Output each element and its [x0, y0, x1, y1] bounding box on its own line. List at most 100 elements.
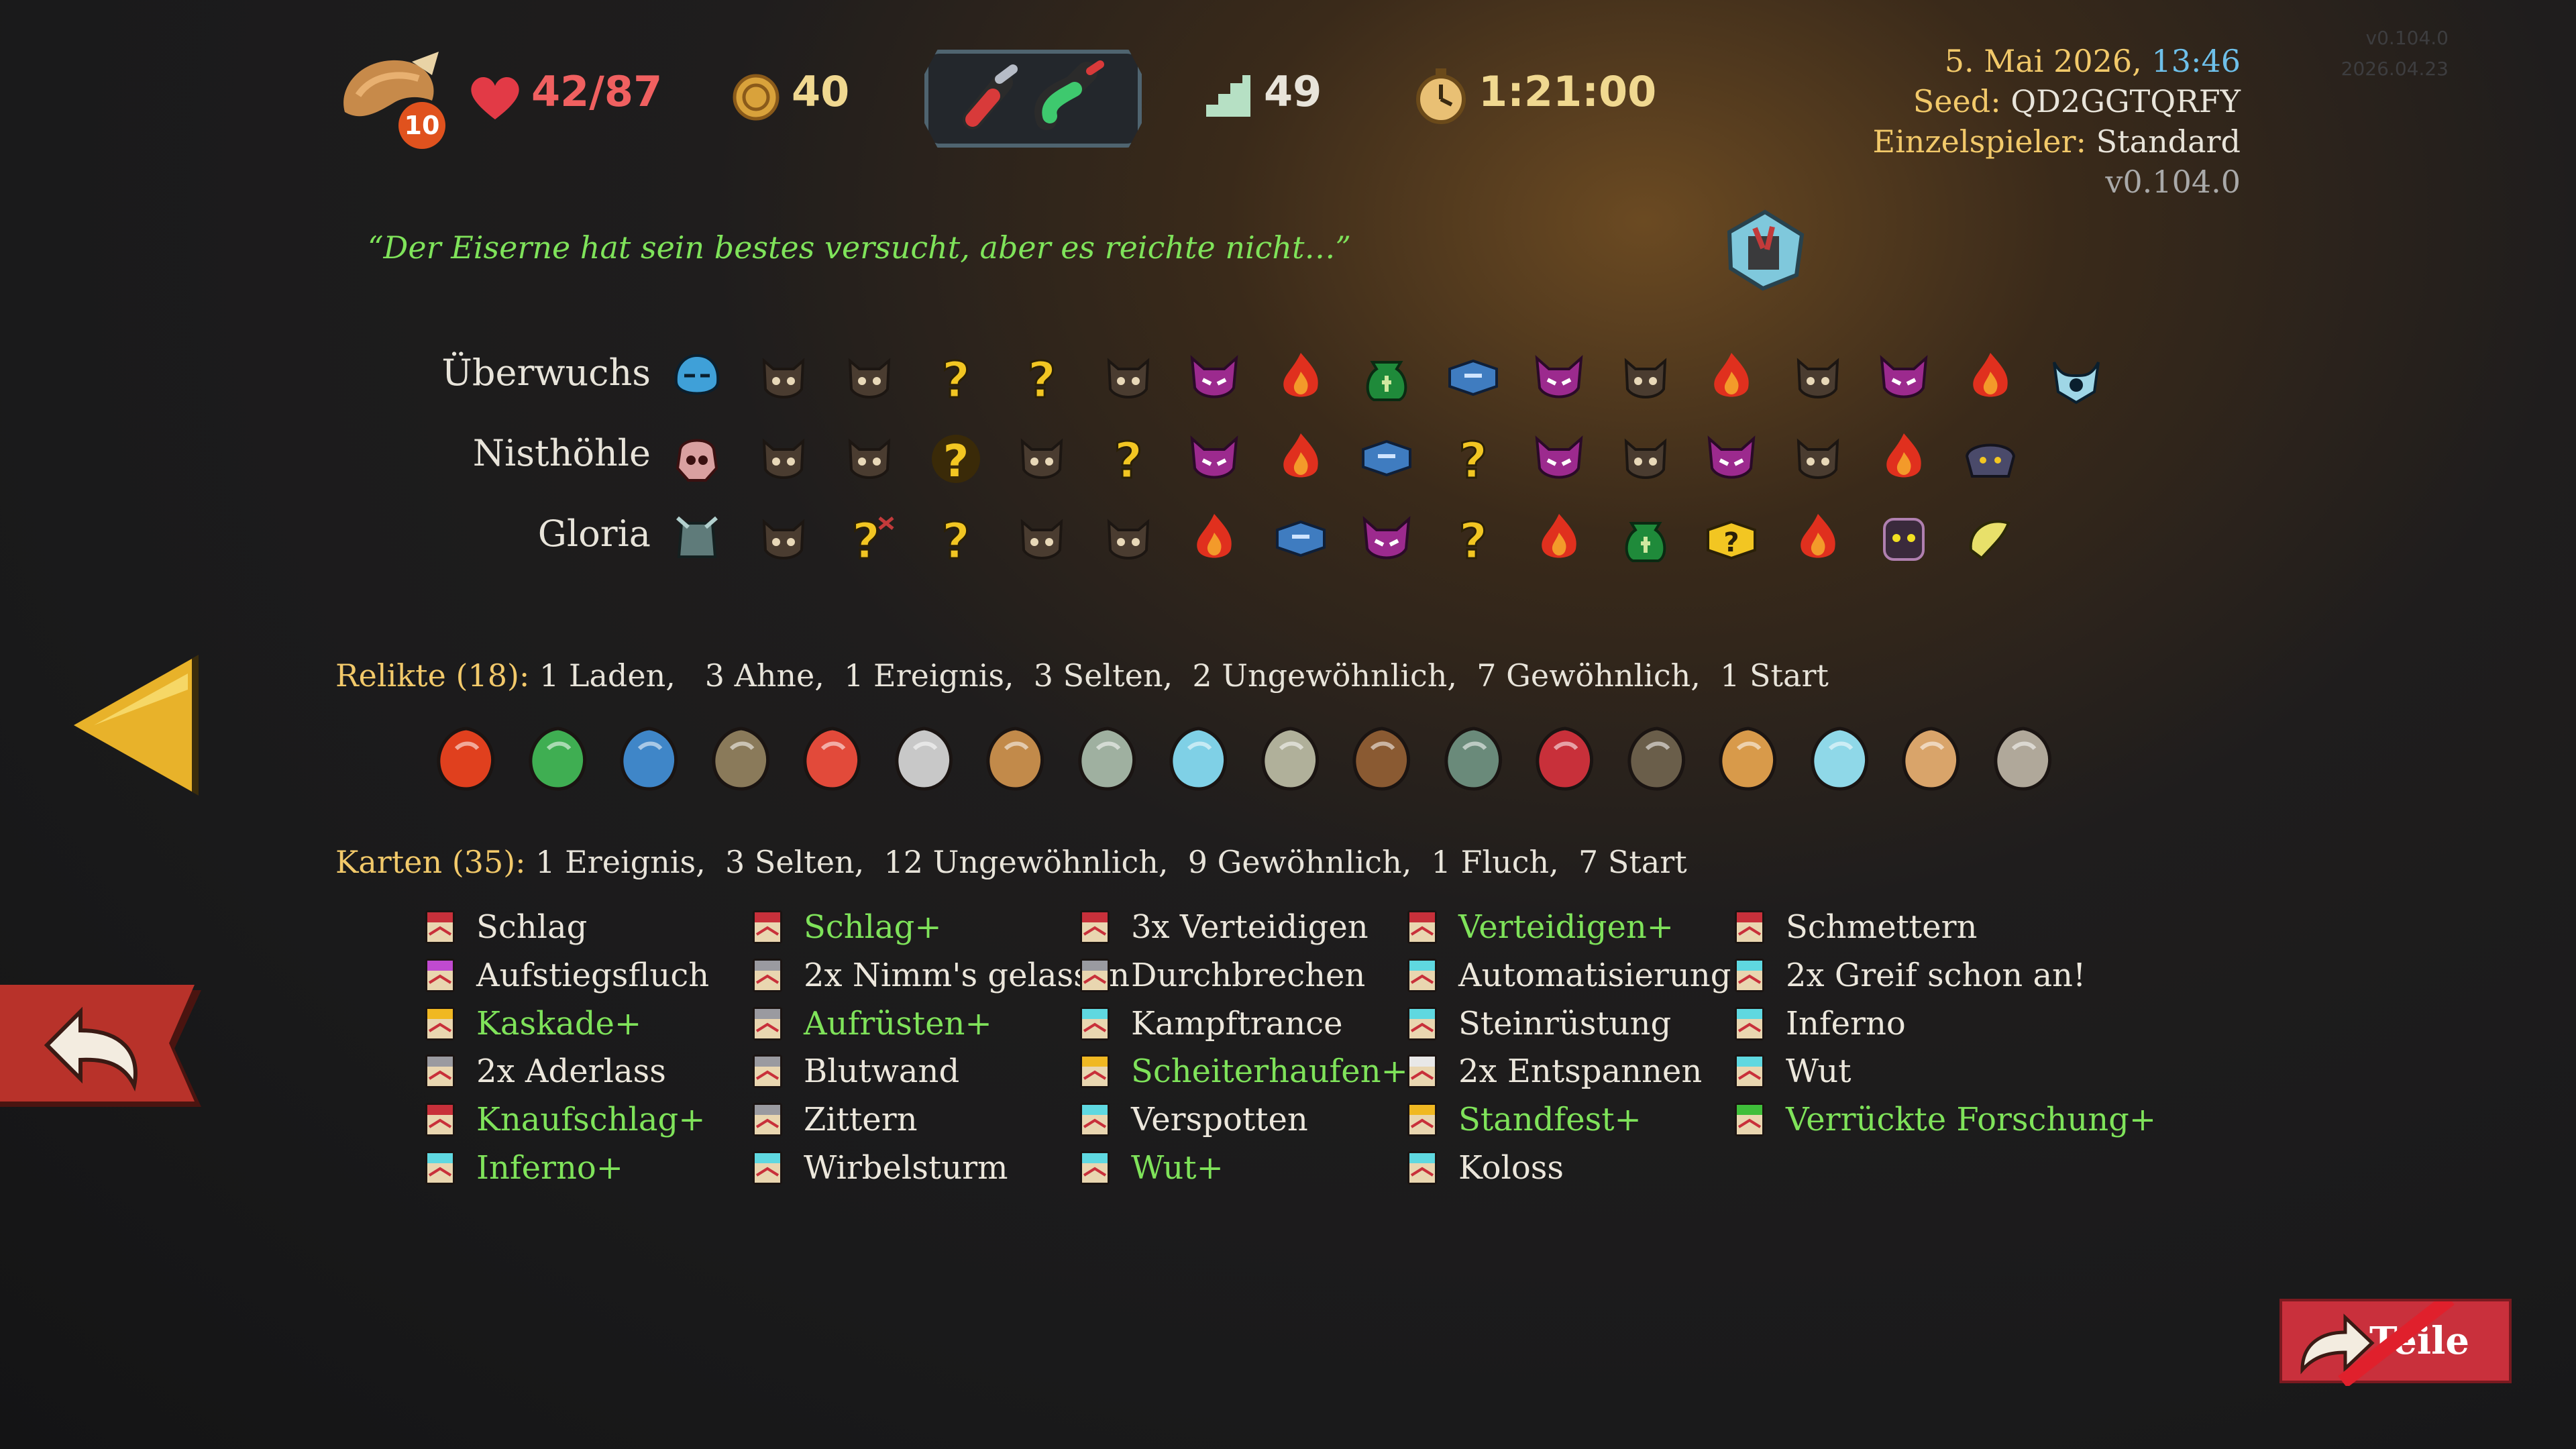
- card-entry[interactable]: Aufrüsten+: [749, 1002, 992, 1045]
- vajra-icon[interactable]: [796, 722, 869, 796]
- map-node-treasure-icon[interactable]: [1358, 349, 1415, 407]
- share-button[interactable]: Teile: [2279, 1299, 2512, 1386]
- map-node-chest-icon[interactable]: [1358, 429, 1415, 487]
- card-entry[interactable]: Automatisierung: [1403, 954, 1731, 997]
- map-node-monster-icon[interactable]: [1013, 429, 1071, 487]
- map-node-boss-skull-icon[interactable]: [668, 429, 726, 487]
- map-node-unknown-icon[interactable]: ?: [1444, 510, 1502, 568]
- card-entry[interactable]: Schmettern: [1731, 906, 1977, 949]
- map-node-elite-icon[interactable]: [1358, 510, 1415, 568]
- card-entry[interactable]: 2x Nimm's gelassen: [749, 954, 1130, 997]
- card-entry[interactable]: Scheiterhaufen+: [1076, 1050, 1408, 1093]
- previous-run-button[interactable]: [67, 649, 205, 801]
- map-node-monster-icon[interactable]: [1013, 510, 1071, 568]
- card-entry[interactable]: Inferno: [1731, 1002, 1906, 1045]
- map-node-rest-icon[interactable]: [1789, 510, 1847, 568]
- map-node-chest-icon[interactable]: [1272, 510, 1330, 568]
- map-node-elite-icon[interactable]: [1703, 429, 1760, 487]
- map-node-unknown-icon[interactable]: ?: [1013, 349, 1071, 407]
- map-node-unknown-icon[interactable]: ?: [1444, 429, 1502, 488]
- candelabra-icon[interactable]: [1986, 722, 2060, 796]
- map-node-rest-icon[interactable]: [1272, 349, 1330, 407]
- card-entry[interactable]: Koloss: [1403, 1146, 1564, 1189]
- map-node-unknown-box-icon[interactable]: ?: [1703, 510, 1760, 568]
- map-node-rest-icon[interactable]: [1530, 510, 1588, 568]
- horn-icon[interactable]: [979, 722, 1053, 796]
- scythe-icon[interactable]: [888, 722, 961, 796]
- card-entry[interactable]: Knaufschlag+: [421, 1098, 705, 1141]
- card-entry[interactable]: Aufstiegsfluch: [421, 954, 709, 997]
- card-entry[interactable]: Inferno+: [421, 1146, 623, 1189]
- burning-blood-icon[interactable]: [429, 722, 503, 796]
- card-entry[interactable]: Schlag: [421, 906, 587, 949]
- map-node-monster-icon[interactable]: [1099, 349, 1157, 407]
- map-node-rest-icon[interactable]: [1875, 429, 1933, 487]
- map-node-monster-icon[interactable]: [841, 429, 898, 487]
- map-node-rest-icon[interactable]: [1185, 510, 1243, 568]
- map-node-monster-icon[interactable]: [1617, 349, 1674, 407]
- map-node-treasure-icon[interactable]: [1617, 510, 1674, 568]
- map-node-monster-icon[interactable]: [755, 510, 812, 568]
- map-node-elite-icon[interactable]: [1875, 349, 1933, 407]
- map-node-boss-ghost-icon[interactable]: [1875, 510, 1933, 568]
- map-node-rest-icon[interactable]: [1272, 429, 1330, 487]
- anchor-icon[interactable]: [612, 722, 686, 796]
- card-entry[interactable]: Steinrüstung: [1403, 1002, 1671, 1045]
- card-entry[interactable]: 2x Greif schon an!: [1731, 954, 2086, 997]
- map-node-monster-icon[interactable]: [1099, 510, 1157, 568]
- map-node-rest-icon[interactable]: [1962, 349, 2019, 407]
- card-entry[interactable]: Blutwand: [749, 1050, 959, 1093]
- card-entry[interactable]: Schlag+: [749, 906, 942, 949]
- tile-icon[interactable]: [1620, 722, 1694, 796]
- card-entry[interactable]: Kaskade+: [421, 1002, 641, 1045]
- cookie-icon[interactable]: [1894, 722, 1968, 796]
- map-node-chest-icon[interactable]: [1444, 349, 1502, 407]
- card-entry[interactable]: 2x Entspannen: [1403, 1050, 1702, 1093]
- planks-icon[interactable]: [1345, 722, 1419, 796]
- card-entry[interactable]: Wut+: [1076, 1146, 1224, 1189]
- map-node-elite-icon[interactable]: [1185, 349, 1243, 407]
- card-entry[interactable]: Kampftrance: [1076, 1002, 1343, 1045]
- card-entry[interactable]: 3x Verteidigen: [1076, 906, 1368, 949]
- card-entry[interactable]: Verteidigen+: [1403, 906, 1674, 949]
- teapot-icon[interactable]: [1437, 722, 1511, 796]
- card-entry[interactable]: Durchbrechen: [1076, 954, 1365, 997]
- mushroom-icon[interactable]: [704, 722, 778, 796]
- scarf-icon[interactable]: [1528, 722, 1602, 796]
- potion-slot-2[interactable]: [1033, 59, 1114, 133]
- map-node-boss-worm-icon[interactable]: [1962, 510, 2019, 568]
- map-node-unknown-bold-icon[interactable]: ?: [927, 429, 985, 487]
- card-entry[interactable]: Zittern: [749, 1098, 918, 1141]
- card-entry[interactable]: Wut: [1731, 1050, 1851, 1093]
- map-node-unknown-icon[interactable]: ?: [927, 349, 985, 407]
- card-entry[interactable]: Wirbelsturm: [749, 1146, 1008, 1189]
- map-node-monster-icon[interactable]: [755, 429, 812, 487]
- potion-slot-1[interactable]: [953, 59, 1026, 133]
- map-node-boss-knight-icon[interactable]: [668, 510, 726, 568]
- map-node-monster-icon[interactable]: [1789, 349, 1847, 407]
- map-node-unknown-icon[interactable]: ?: [927, 510, 985, 568]
- map-node-elite-icon[interactable]: [1185, 429, 1243, 487]
- chandelier-icon[interactable]: [1071, 722, 1144, 796]
- map-node-monster-icon[interactable]: [755, 349, 812, 407]
- map-node-boss-beast-icon[interactable]: [1962, 429, 2019, 487]
- card-entry[interactable]: Verrückte Forschung+: [1731, 1098, 2156, 1141]
- map-node-elite-icon[interactable]: [1530, 429, 1588, 487]
- newton-cradle-icon[interactable]: [1254, 722, 1328, 796]
- map-node-monster-icon[interactable]: [1617, 429, 1674, 487]
- map-node-unknown-icon[interactable]: ?: [1099, 429, 1157, 488]
- map-node-rest-icon[interactable]: [1703, 349, 1760, 407]
- card-entry[interactable]: Verspotten: [1076, 1098, 1308, 1141]
- card-entry[interactable]: 2x Aderlass: [421, 1050, 666, 1093]
- crystal-icon[interactable]: [1162, 722, 1236, 796]
- card-entry[interactable]: Standfest+: [1403, 1098, 1642, 1141]
- chain-icon[interactable]: [521, 722, 595, 796]
- map-node-boss-eye-icon[interactable]: [2047, 349, 2105, 407]
- prism-icon[interactable]: [1803, 722, 1877, 796]
- map-node-monster-icon[interactable]: [1789, 429, 1847, 487]
- killer-monster-icon[interactable]: [1723, 208, 1807, 292]
- map-node-monster-icon[interactable]: [841, 349, 898, 407]
- leaf-icon[interactable]: [1711, 722, 1785, 796]
- map-node-boss-slime-icon[interactable]: [668, 349, 726, 407]
- map-node-unknown-crossed-icon[interactable]: ?: [841, 510, 898, 568]
